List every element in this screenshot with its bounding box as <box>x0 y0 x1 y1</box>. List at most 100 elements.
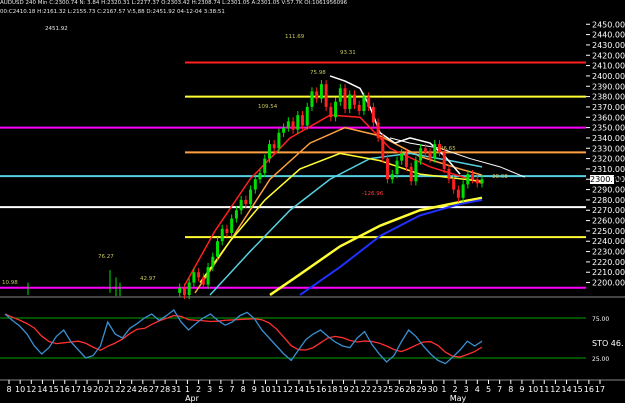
candle-body <box>267 144 271 159</box>
x-tick-label: 12 <box>26 385 36 394</box>
candle-body <box>362 96 366 112</box>
price-annotation: 46.65 <box>440 146 456 152</box>
y-tick-label: 2230.00 <box>592 248 625 257</box>
candle-body <box>192 272 196 283</box>
price-annotation: 42.97 <box>140 276 156 282</box>
candle-body <box>414 160 418 182</box>
candle-body <box>480 179 484 184</box>
x-tick-label: 7 <box>229 385 234 394</box>
x-tick-label: 5 <box>486 385 491 394</box>
candle-body <box>206 267 210 285</box>
y-tick-label: 2440.00 <box>592 31 625 40</box>
candle-body <box>428 152 432 159</box>
y-tick-label: 2450.00 <box>592 20 625 29</box>
candle-body <box>475 179 479 184</box>
x-tick-label: 22 <box>361 385 371 394</box>
chart-header-line1: AUDUSD 240 Min C:2300.74 N: 3.84 H:2320.… <box>0 0 348 6</box>
current-price-label: 2300.74 <box>590 175 624 184</box>
x-tick-label: 20 <box>93 385 103 394</box>
candle-body <box>182 287 186 295</box>
x-tick-label: 5 <box>218 385 223 394</box>
y-tick-label: 2320.00 <box>592 155 625 164</box>
x-tick-label: 1 <box>441 385 446 394</box>
x-tick-label: 25 <box>383 385 393 394</box>
candle-body <box>178 287 182 293</box>
y-tick-label: 2220.00 <box>592 258 625 267</box>
y-tick-label: 2380.00 <box>592 93 625 102</box>
x-tick-label: 24 <box>127 385 137 394</box>
price-annotation: -126.96 <box>362 191 384 197</box>
x-tick-label: 4 <box>475 385 480 394</box>
x-tick-label: 29 <box>416 385 426 394</box>
candle-body <box>301 115 305 126</box>
candle-body <box>225 228 229 233</box>
x-tick-label: 2 <box>196 385 201 394</box>
candle-body <box>371 106 375 123</box>
candle-body <box>291 121 295 130</box>
x-tick-label: 28 <box>405 385 415 394</box>
candle-body <box>334 101 338 118</box>
x-tick-label: 17 <box>71 385 81 394</box>
candle-body <box>390 174 394 180</box>
y-tick-label: 2420.00 <box>592 51 625 60</box>
x-tick-label: 16 <box>316 385 326 394</box>
x-tick-label: 11 <box>539 385 549 394</box>
x-tick-label: 9 <box>252 385 257 394</box>
x-tick-label: 14 <box>294 385 304 394</box>
candle-body <box>376 122 380 138</box>
x-tick-label: 31 <box>171 385 181 394</box>
y-tick-label: 2370.00 <box>592 103 625 112</box>
x-tick-label: 27 <box>149 385 159 394</box>
x-tick-label: 14 <box>37 385 47 394</box>
x-tick-label: 30 <box>428 385 438 394</box>
y-tick-label: 2290.00 <box>592 186 625 195</box>
y-tick-label: 2410.00 <box>592 62 625 71</box>
month-label: May <box>450 394 467 403</box>
candle-body <box>352 94 356 105</box>
x-tick-label: 9 <box>519 385 524 394</box>
candle-body <box>367 96 371 107</box>
x-tick-label: 17 <box>595 385 605 394</box>
x-tick-label: 3 <box>464 385 469 394</box>
candle-body <box>263 158 267 174</box>
candle-body <box>395 160 399 175</box>
candle-body <box>282 127 286 133</box>
x-tick-label: 8 <box>6 385 11 394</box>
stoch-level-label: 25.00 <box>592 356 609 363</box>
candle-body <box>348 94 352 109</box>
x-tick-label: 10 <box>260 385 270 394</box>
x-tick-label: 19 <box>82 385 92 394</box>
y-tick-label: 2260.00 <box>592 217 625 226</box>
y-tick-label: 2240.00 <box>592 237 625 246</box>
candle-body <box>234 210 238 219</box>
y-tick-label: 2390.00 <box>592 82 625 91</box>
x-tick-label: 7 <box>497 385 502 394</box>
candle-body <box>253 179 257 190</box>
x-tick-label: 16 <box>60 385 70 394</box>
candle-body <box>409 166 413 182</box>
y-tick-label: 2330.00 <box>592 144 625 153</box>
candle-body <box>220 228 224 242</box>
candle-body <box>296 115 300 130</box>
y-tick-label: 2350.00 <box>592 124 625 133</box>
x-tick-label: 11 <box>272 385 282 394</box>
y-tick-label: 2360.00 <box>592 113 625 122</box>
x-tick-label: 3 <box>207 385 212 394</box>
candle-body <box>338 88 342 102</box>
candle-body <box>381 137 385 159</box>
stoch-level-label: 75.00 <box>592 316 609 323</box>
candle-body <box>305 106 309 126</box>
x-tick-label: 10 <box>15 385 25 394</box>
candle-body <box>230 218 234 233</box>
candle-body <box>442 152 446 169</box>
candle-body <box>400 153 404 161</box>
candle-body <box>319 84 323 99</box>
x-tick-label: 8 <box>241 385 246 394</box>
price-annotation: 30.08 <box>492 174 508 180</box>
candle-body <box>343 88 347 109</box>
y-tick-label: 2280.00 <box>592 196 625 205</box>
y-tick-label: 2200.00 <box>592 279 625 288</box>
x-tick-label: 23 <box>372 385 382 394</box>
x-tick-label: 14 <box>561 385 571 394</box>
x-tick-label: 22 <box>115 385 125 394</box>
